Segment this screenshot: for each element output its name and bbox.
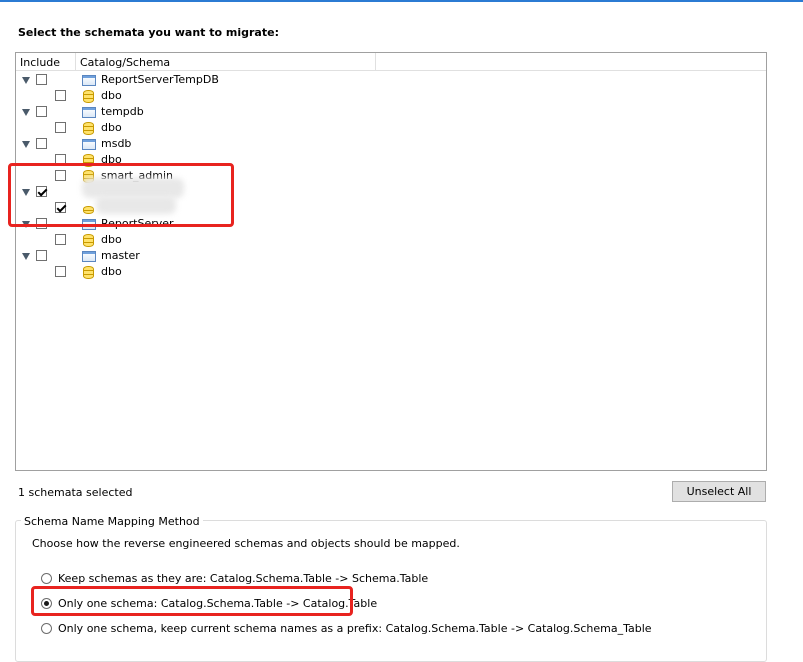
catalog-icon xyxy=(82,107,96,118)
mapping-description: Choose how the reverse engineered schema… xyxy=(32,537,460,550)
include-checkbox[interactable] xyxy=(55,122,66,133)
page-heading: Select the schemata you want to migrate: xyxy=(18,26,279,39)
catalog-name: master xyxy=(101,249,140,262)
catalog-icon xyxy=(82,75,96,86)
include-checkbox[interactable] xyxy=(36,106,47,117)
option-schema-prefix-label[interactable]: Only one schema, keep current schema nam… xyxy=(58,622,652,635)
catalog-row[interactable]: ReportServerTempDB xyxy=(16,72,766,88)
column-separator xyxy=(375,53,376,70)
include-checkbox[interactable] xyxy=(36,74,47,85)
schema-name: dbo xyxy=(101,233,122,246)
expand-arrow-icon[interactable] xyxy=(22,77,30,84)
catalog-icon xyxy=(82,139,96,150)
option-keep-schemas-label[interactable]: Keep schemas as they are: Catalog.Schema… xyxy=(58,572,428,585)
include-checkbox[interactable] xyxy=(36,138,47,149)
schema-name: dbo xyxy=(101,121,122,134)
include-checkbox[interactable] xyxy=(55,90,66,101)
include-checkbox[interactable] xyxy=(36,250,47,261)
unselect-all-button[interactable]: Unselect All xyxy=(672,481,766,502)
schema-row[interactable]: dbo xyxy=(16,120,766,136)
window-top-border xyxy=(0,0,803,2)
catalog-icon xyxy=(82,251,96,262)
include-checkbox[interactable] xyxy=(55,266,66,277)
column-catalog-schema[interactable]: Catalog/Schema xyxy=(80,56,170,69)
schema-row[interactable]: dbo xyxy=(16,232,766,248)
schema-icon xyxy=(83,122,94,135)
include-checkbox[interactable] xyxy=(55,234,66,245)
expand-arrow-icon[interactable] xyxy=(22,141,30,148)
schema-name: dbo xyxy=(101,265,122,278)
mapping-group-title: Schema Name Mapping Method xyxy=(21,515,203,528)
schema-row[interactable]: dbo xyxy=(16,88,766,104)
column-separator xyxy=(75,53,76,70)
catalog-name: msdb xyxy=(101,137,132,150)
schema-icon xyxy=(83,234,94,247)
tree-header: Include Catalog/Schema xyxy=(16,53,766,71)
highlight-box-selected-catalog xyxy=(8,163,234,227)
radio-schema-prefix[interactable] xyxy=(41,623,52,634)
selection-status: 1 schemata selected xyxy=(18,486,133,499)
catalog-row[interactable]: tempdb xyxy=(16,104,766,120)
catalog-name: tempdb xyxy=(101,105,144,118)
schema-name: dbo xyxy=(101,89,122,102)
radio-keep-schemas[interactable] xyxy=(41,573,52,584)
schema-icon xyxy=(83,266,94,279)
catalog-row[interactable]: msdb xyxy=(16,136,766,152)
catalog-name: ReportServerTempDB xyxy=(101,73,219,86)
schema-icon xyxy=(83,90,94,103)
highlight-box-selected-option xyxy=(31,586,353,616)
expand-arrow-icon[interactable] xyxy=(22,109,30,116)
catalog-row[interactable]: master xyxy=(16,248,766,264)
expand-arrow-icon[interactable] xyxy=(22,253,30,260)
schema-row[interactable]: dbo xyxy=(16,264,766,280)
schema-tree[interactable]: Include Catalog/Schema ReportServerTempD… xyxy=(15,52,767,471)
column-include[interactable]: Include xyxy=(20,56,60,69)
